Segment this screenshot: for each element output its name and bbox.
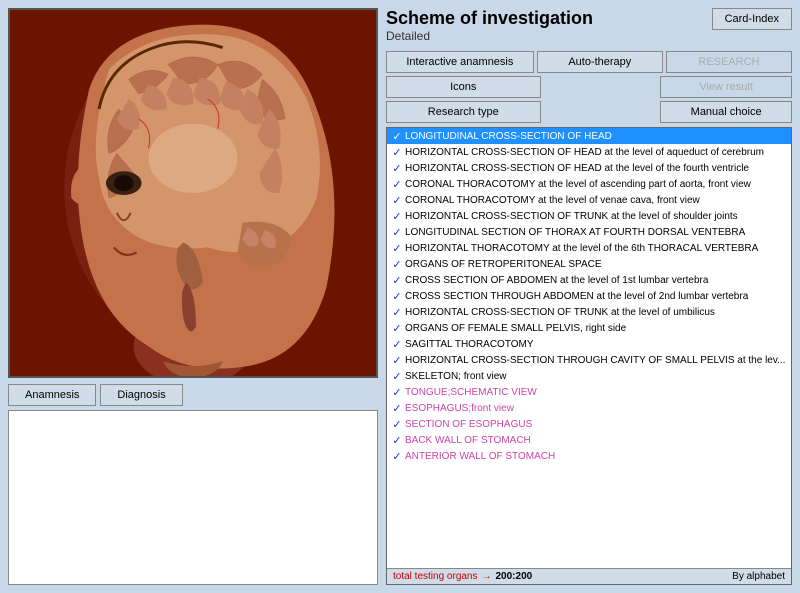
list-item[interactable]: ✓CROSS SECTION THROUGH ABDOMEN at the le… [387, 288, 791, 304]
check-icon: ✓ [389, 402, 405, 415]
check-icon: ✓ [389, 306, 405, 319]
manual-choice-button[interactable]: Manual choice [660, 101, 792, 123]
empty-space-2 [544, 101, 658, 123]
list-item[interactable]: ✓HORIZONTAL CROSS-SECTION THROUGH CAVITY… [387, 352, 791, 368]
footer-sort: By alphabet [732, 571, 785, 582]
item-label: ANTERIOR WALL OF STOMACH [405, 451, 789, 462]
list-item[interactable]: ✓HORIZONTAL CROSS-SECTION OF TRUNK at th… [387, 304, 791, 320]
anamnesis-tab[interactable]: Anamnesis [8, 384, 96, 406]
list-item[interactable]: ✓CORONAL THORACOTOMY at the level of ven… [387, 192, 791, 208]
check-icon: ✓ [389, 290, 405, 303]
list-item[interactable]: ✓HORIZONTAL CROSS-SECTION OF TRUNK at th… [387, 208, 791, 224]
item-label: CROSS SECTION OF ABDOMEN at the level of… [405, 275, 789, 286]
list-item[interactable]: ✓LONGITUDINAL CROSS-SECTION OF HEAD [387, 128, 791, 144]
scheme-title: Scheme of investigation [386, 8, 593, 29]
bottom-tab-row: Anamnesis Diagnosis [8, 384, 378, 406]
check-icon: ✓ [389, 162, 405, 175]
left-panel: Anamnesis Diagnosis [8, 8, 378, 585]
check-icon: ✓ [389, 418, 405, 431]
list-item[interactable]: ✓SECTION OF ESOPHAGUS [387, 416, 791, 432]
bottom-left-panel: Anamnesis Diagnosis [8, 384, 378, 585]
title-block: Scheme of investigation Detailed [386, 8, 593, 43]
view-result-button[interactable]: View result [660, 76, 792, 98]
item-label: LONGITUDINAL SECTION OF THORAX AT FOURTH… [405, 227, 789, 238]
check-icon: ✓ [389, 354, 405, 367]
detailed-label: Detailed [386, 29, 593, 43]
button-row-3: Research type Manual choice [386, 101, 792, 123]
list-item[interactable]: ✓HORIZONTAL CROSS-SECTION OF HEAD at the… [387, 144, 791, 160]
list-scroll[interactable]: ✓LONGITUDINAL CROSS-SECTION OF HEAD✓HORI… [387, 128, 791, 568]
brain-image-container [8, 8, 378, 378]
item-label: HORIZONTAL CROSS-SECTION THROUGH CAVITY … [405, 355, 789, 366]
check-icon: ✓ [389, 210, 405, 223]
list-item[interactable]: ✓ANTERIOR WALL OF STOMACH [387, 448, 791, 464]
right-panel: Scheme of investigation Detailed Card-In… [386, 8, 792, 585]
list-item[interactable]: ✓CROSS SECTION OF ABDOMEN at the level o… [387, 272, 791, 288]
check-icon: ✓ [389, 450, 405, 463]
item-label: HORIZONTAL CROSS-SECTION OF TRUNK at the… [405, 307, 789, 318]
check-icon: ✓ [389, 242, 405, 255]
list-item[interactable]: ✓ORGANS OF FEMALE SMALL PELVIS, right si… [387, 320, 791, 336]
check-icon: ✓ [389, 338, 405, 351]
check-icon: ✓ [389, 258, 405, 271]
research-type-button[interactable]: Research type [386, 101, 541, 123]
icons-button[interactable]: Icons [386, 76, 541, 98]
check-icon: ✓ [389, 386, 405, 399]
check-icon: ✓ [389, 274, 405, 287]
item-label: CORONAL THORACOTOMY at the level of asce… [405, 179, 789, 190]
list-item[interactable]: ✓ORGANS OF RETROPERITONEAL SPACE [387, 256, 791, 272]
check-icon: ✓ [389, 146, 405, 159]
footer-count: 200:200 [496, 571, 533, 582]
list-item[interactable]: ✓ESOPHAGUS;front view [387, 400, 791, 416]
diagnosis-tab[interactable]: Diagnosis [100, 384, 182, 406]
list-item[interactable]: ✓HORIZONTAL THORACOTOMY at the level of … [387, 240, 791, 256]
empty-space-1 [544, 76, 658, 98]
item-label: SAGITTAL THORACOTOMY [405, 339, 789, 350]
list-item[interactable]: ✓CORONAL THORACOTOMY at the level of asc… [387, 176, 791, 192]
auto-therapy-button[interactable]: Auto-therapy [537, 51, 663, 73]
check-icon: ✓ [389, 226, 405, 239]
item-label: ORGANS OF RETROPERITONEAL SPACE [405, 259, 789, 270]
item-label: ESOPHAGUS;front view [405, 403, 789, 414]
item-label: CORONAL THORACOTOMY at the level of vena… [405, 195, 789, 206]
interactive-anamnesis-button[interactable]: Interactive anamnesis [386, 51, 534, 73]
list-item[interactable]: ✓SAGITTAL THORACOTOMY [387, 336, 791, 352]
check-icon: ✓ [389, 434, 405, 447]
item-label: TONGUE;SCHEMATIC VIEW [405, 387, 789, 398]
list-item[interactable]: ✓HORIZONTAL CROSS-SECTION OF HEAD at the… [387, 160, 791, 176]
text-area [8, 410, 378, 585]
item-label: HORIZONTAL CROSS-SECTION OF HEAD at the … [405, 147, 789, 158]
item-label: HORIZONTAL CROSS-SECTION OF HEAD at the … [405, 163, 789, 174]
list-item[interactable]: ✓TONGUE;SCHEMATIC VIEW [387, 384, 791, 400]
button-row-2: Icons View result [386, 76, 792, 98]
item-label: HORIZONTAL CROSS-SECTION OF TRUNK at the… [405, 211, 789, 222]
footer-label: total testing organs [393, 571, 478, 582]
list-item[interactable]: ✓LONGITUDINAL SECTION OF THORAX AT FOURT… [387, 224, 791, 240]
card-index-button[interactable]: Card-Index [712, 8, 792, 30]
footer-arrow: → [482, 571, 492, 582]
check-icon: ✓ [389, 194, 405, 207]
action-buttons: Interactive anamnesis Auto-therapy RESEA… [386, 51, 792, 123]
list-item[interactable]: ✓BACK WALL OF STOMACH [387, 432, 791, 448]
check-icon: ✓ [389, 178, 405, 191]
check-icon: ✓ [389, 322, 405, 335]
research-button[interactable]: RESEARCH [666, 51, 792, 73]
item-label: BACK WALL OF STOMACH [405, 435, 789, 446]
item-label: HORIZONTAL THORACOTOMY at the level of t… [405, 243, 789, 254]
item-label: SKELETON; front view [405, 371, 789, 382]
check-icon: ✓ [389, 130, 405, 143]
item-label: CROSS SECTION THROUGH ABDOMEN at the lev… [405, 291, 789, 302]
item-label: LONGITUDINAL CROSS-SECTION OF HEAD [405, 131, 789, 142]
list-footer: total testing organs → 200:200 By alphab… [387, 568, 791, 584]
header-row: Scheme of investigation Detailed Card-In… [386, 8, 792, 43]
list-inner: ✓LONGITUDINAL CROSS-SECTION OF HEAD✓HORI… [387, 128, 791, 568]
list-container: ✓LONGITUDINAL CROSS-SECTION OF HEAD✓HORI… [386, 127, 792, 585]
item-label: SECTION OF ESOPHAGUS [405, 419, 789, 430]
check-icon: ✓ [389, 370, 405, 383]
item-label: ORGANS OF FEMALE SMALL PELVIS, right sid… [405, 323, 789, 334]
list-item[interactable]: ✓SKELETON; front view [387, 368, 791, 384]
button-row-1: Interactive anamnesis Auto-therapy RESEA… [386, 51, 792, 73]
